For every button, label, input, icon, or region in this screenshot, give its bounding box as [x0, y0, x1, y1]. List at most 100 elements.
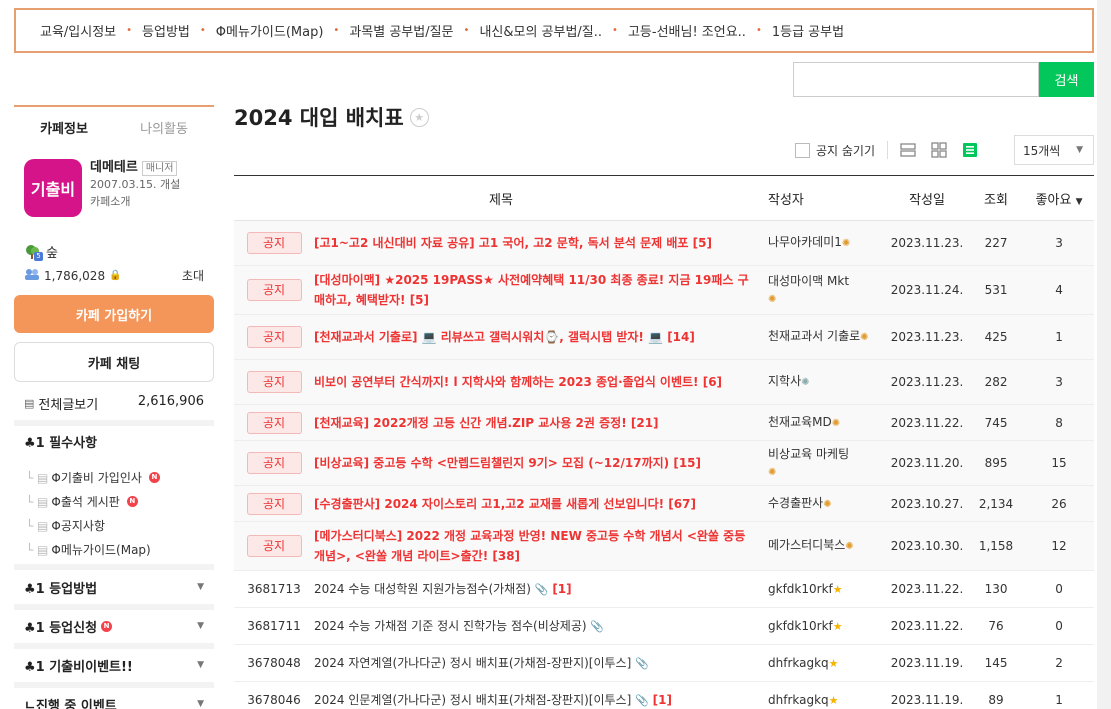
post-title-link[interactable]: [대성마이맥] ★2025 19PASS★ 사전예약혜택 11/30 최종 종료…	[314, 273, 749, 307]
board-icon: ▤	[24, 397, 35, 410]
invite-link[interactable]: 초대	[182, 267, 204, 284]
notice-hide-checkbox[interactable]	[795, 142, 810, 158]
post-title-link[interactable]: 2024 수능 가채점 기준 정시 진학가능 점수(비상제공)	[314, 619, 587, 633]
author-name[interactable]: 메가스터디북스	[768, 538, 845, 552]
author-name[interactable]: 지학사	[768, 374, 801, 388]
level-badge-icon: ✺	[860, 332, 869, 343]
chevron-down-icon: ▼	[197, 699, 204, 709]
post-title-link[interactable]: [메가스터디북스] 2022 개정 교육과정 반영! NEW 중고등 수학 개념…	[314, 529, 745, 563]
grid-view-icon[interactable]	[931, 142, 947, 158]
post-title-link[interactable]: 2024 수능 대성학원 지원가능점수(가채점)	[314, 582, 531, 596]
post-title-cell: 2024 인문계열(가나다군) 정시 배치표(가채점-장판지)[이투스] 📎 […	[314, 681, 769, 709]
author-name[interactable]: gkfdk10rkf	[768, 582, 833, 596]
post-title-link[interactable]: [수경출판사] 2024 자이스토리 고1,고2 교재를 새롭게 선보입니다!	[314, 497, 664, 511]
all-posts-link[interactable]: ▤ 전체글보기 2,616,906	[24, 394, 204, 413]
cafe-logo[interactable]: 기출비	[24, 159, 82, 217]
author-name[interactable]: 천재교육MD	[768, 415, 832, 429]
notice-tag-cell: 공지	[234, 404, 314, 441]
post-title-link[interactable]: [천재교육] 2022개정 고등 신간 개념.ZIP 교사용 2권 증정!	[314, 416, 627, 430]
post-views: 745	[968, 404, 1025, 441]
notice-row: 공지 [대성마이맥] ★2025 19PASS★ 사전예약혜택 11/30 최종…	[234, 265, 1095, 315]
author-name[interactable]: 대성마이맥 Mkt	[768, 274, 849, 288]
cafe-intro-link[interactable]: 카페소개	[90, 193, 180, 210]
post-title-link[interactable]: 비보이 공연부터 간식까지! l 지학사와 함께하는 2023 종업·졸업식 이…	[314, 375, 699, 389]
nav-item-senior-advice[interactable]: 고등-선배님! 조언요..	[628, 21, 746, 40]
member-count-wrap[interactable]: 1,786,028 🔒	[24, 267, 122, 284]
member-star-icon: ★	[832, 619, 843, 633]
cafe-rank[interactable]: 5 숲	[24, 242, 58, 261]
nav-item-menu-guide[interactable]: Φ메뉴가이드(Map)	[216, 21, 324, 40]
comment-count[interactable]: [1]	[552, 582, 571, 596]
menu-group-ongoing-events[interactable]: ㄴ진행 중 이벤트 ▼	[14, 694, 214, 709]
author-name[interactable]: dhfrkagkq	[768, 693, 829, 707]
nav-item-subject-study[interactable]: 과목별 공부법/질문	[349, 21, 453, 40]
menu-group-levelup-request[interactable]: ♣1 등업신청 N ▼	[14, 616, 214, 636]
author-name[interactable]: 나무아카데미1	[768, 235, 842, 249]
comment-count[interactable]: [38]	[492, 549, 520, 563]
list-view-icon[interactable]	[962, 142, 978, 158]
author-cell: 나무아카데미1✺	[768, 220, 887, 266]
comment-count[interactable]: [5]	[410, 293, 429, 307]
sidebar-tabs: 카페정보 나의활동	[14, 105, 214, 147]
search-button[interactable]: 검색	[1039, 62, 1094, 97]
sidebar-item-notices[interactable]: └ ▤ Φ공지사항	[26, 517, 105, 534]
post-title-link[interactable]: 2024 인문계열(가나다군) 정시 배치표(가채점-장판지)[이투스]	[314, 693, 631, 707]
post-title-link[interactable]: [고1~고2 내신대비 자료 공유] 고1 국어, 고2 문학, 독서 분석 문…	[314, 236, 688, 250]
search-input[interactable]	[793, 62, 1039, 97]
comment-count[interactable]: [67]	[668, 497, 696, 511]
author-name[interactable]: gkfdk10rkf	[768, 619, 833, 633]
sidebar-item-menu-guide[interactable]: └ ▤ Φ메뉴가이드(Map)	[26, 541, 151, 558]
menu-group-levelup[interactable]: ♣1 등업방법 ▼	[14, 577, 214, 597]
sidebar-item-attendance[interactable]: └ ▤ Φ출석 게시판 N	[26, 493, 138, 510]
per-page-select[interactable]: 15개씩 ▼	[1014, 135, 1094, 165]
comment-count[interactable]: [6]	[703, 375, 722, 389]
menu-divider	[14, 564, 214, 570]
comment-count[interactable]: [14]	[667, 330, 695, 344]
sidebar-item-greeting[interactable]: └ ▤ Φ기출비 가입인사 N	[26, 469, 160, 486]
author-name[interactable]: 천재교과서 기출로	[768, 329, 860, 343]
header-views: 조회	[968, 175, 1025, 221]
page-scrollbar[interactable]	[1097, 0, 1111, 709]
post-date: 2023.11.22.	[886, 607, 969, 645]
post-likes: 26	[1024, 485, 1095, 522]
post-date: 2023.10.27.	[886, 485, 969, 522]
tab-my-activity[interactable]: 나의활동	[114, 107, 214, 147]
post-views: 282	[968, 359, 1025, 405]
author-name[interactable]: 수경출판사	[768, 496, 823, 510]
favorite-star-icon[interactable]: ★	[409, 107, 429, 127]
tree-icon: 5	[24, 244, 43, 261]
post-views: 145	[968, 644, 1025, 682]
post-title-link[interactable]: [천재교과서 기출로] 💻 리뷰쓰고 갤럭시워치⌚, 갤럭시탭 받자! 💻	[314, 330, 663, 344]
cafe-name: 데메테르	[90, 160, 138, 175]
comment-count[interactable]: [1]	[653, 693, 672, 707]
tab-cafe-info[interactable]: 카페정보	[14, 107, 114, 147]
author-name[interactable]: dhfrkagkq	[768, 656, 829, 670]
comment-count[interactable]: [21]	[631, 416, 659, 430]
cafe-chat-button[interactable]: 카페 채팅	[14, 342, 214, 382]
header-likes[interactable]: 좋아요 ▼	[1024, 175, 1095, 221]
post-likes: 3	[1024, 359, 1095, 405]
nav-item-exam-study[interactable]: 내신&모의 공부법/질..	[479, 21, 602, 40]
post-title-link[interactable]: 2024 자연계열(가나다군) 정시 배치표(가채점-장판지)[이투스]	[314, 656, 631, 670]
post-likes: 3	[1024, 220, 1095, 266]
comment-count[interactable]: [15]	[673, 456, 701, 470]
post-title-cell: [천재교과서 기출로] 💻 리뷰쓰고 갤럭시워치⌚, 갤럭시탭 받자! 💻 [1…	[314, 314, 769, 360]
nav-dot: •	[126, 25, 133, 36]
join-cafe-button[interactable]: 카페 가입하기	[14, 295, 214, 333]
post-title-link[interactable]: [비상교육] 중고등 수학 <만렙드림챌린지 9기> 모집 (~12/17까지)	[314, 456, 669, 470]
comment-count[interactable]: [5]	[693, 236, 712, 250]
menu-group-required[interactable]: ♣1 필수사항	[14, 431, 214, 451]
nav-item-levelup[interactable]: 등업방법	[142, 21, 190, 40]
menu-group-label: ♣1 기출비이벤트!!	[24, 659, 133, 675]
nav-item-top-grade[interactable]: 1등급 공부법	[772, 21, 844, 40]
sidebar: 카페정보 나의활동 기출비 데메테르 매니저 2007.03.15. 개설 카페소…	[14, 105, 214, 709]
author-name[interactable]: 비상교육 마케팅	[768, 447, 849, 461]
menu-group-events[interactable]: ♣1 기출비이벤트!! ▼	[14, 655, 214, 675]
nav-dot: •	[612, 25, 618, 36]
table-row: 3681713 2024 수능 대성학원 지원가능점수(가채점) 📎 [1] g…	[234, 570, 1095, 608]
nav-item-edu[interactable]: 교육/입시정보	[40, 21, 116, 40]
tree-line-icon: └ ▤	[26, 542, 49, 557]
author-cell: 천재교육MD✺	[768, 404, 887, 441]
notice-hide-label[interactable]: 공지 숨기기	[816, 142, 875, 159]
card-view-icon[interactable]	[900, 142, 916, 158]
